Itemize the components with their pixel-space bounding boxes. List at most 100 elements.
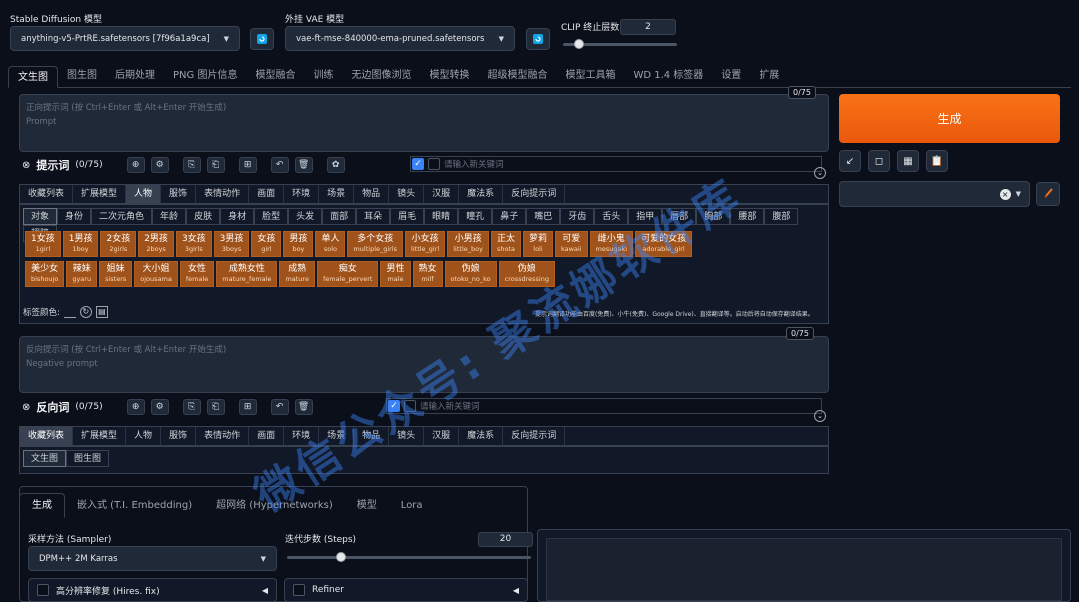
copy-icon[interactable]: ⎘ (182, 157, 201, 173)
color-swatch[interactable] (63, 306, 76, 318)
subcategory-tongue[interactable]: 舌头 (594, 208, 629, 225)
prompt-tag[interactable]: 雌小鬼 mesugaki (589, 231, 634, 257)
paint-brush-icon[interactable] (1036, 182, 1060, 206)
prompt-tag[interactable]: 小女孩 little_girl (405, 231, 446, 257)
category-extension-models[interactable]: 扩展模型 (73, 185, 127, 203)
prompt-tag[interactable]: 单人 solo (315, 231, 346, 257)
paste-icon[interactable]: ⎗ (206, 399, 225, 415)
category-clothing[interactable]: 服饰 (161, 427, 197, 445)
undo-icon[interactable]: ↶ (270, 399, 289, 415)
prompt-tag[interactable]: 女孩 girl (251, 231, 282, 257)
category-hanfu[interactable]: 汉服 (424, 427, 460, 445)
subcategory-belly[interactable]: 腹部 (764, 208, 799, 225)
clip-slider-handle[interactable] (574, 39, 585, 49)
subcategory-txt2img[interactable]: 文生图 (23, 450, 67, 467)
keyword-input[interactable]: 请输入新关键词 (444, 158, 504, 170)
subcategory-waist[interactable]: 腰部 (730, 208, 765, 225)
prompt-tag[interactable]: 辣妹 gyaru (66, 261, 98, 287)
prompt-tag[interactable]: 正太 shota (490, 231, 521, 257)
category-negative[interactable]: 反向提示词 (503, 427, 566, 445)
favorites-icon[interactable]: ✿ (326, 157, 345, 173)
prompt-tag[interactable]: 1男孩 1boy (62, 231, 99, 257)
category-clothing[interactable]: 服饰 (161, 185, 197, 203)
category-picture[interactable]: 画面 (249, 185, 285, 203)
prompt-tag[interactable]: 2女孩 2girls (100, 231, 137, 257)
category-negative[interactable]: 反向提示词 (503, 185, 566, 203)
clip-number-input[interactable]: 2 (620, 19, 676, 35)
prompt-tag[interactable]: 男孩 boy (283, 231, 314, 257)
refiner-accordion[interactable]: Refiner ◀ (284, 578, 528, 602)
save-icon[interactable]: ▤ (95, 306, 108, 318)
category-people[interactable]: 人物 (126, 185, 162, 203)
clear-trash-icon[interactable]: ◻ (868, 150, 890, 172)
subcategory-pupils[interactable]: 瞳孔 (458, 208, 493, 225)
prompt-tag[interactable]: 成熟 mature (279, 261, 315, 287)
tab-checkpoints[interactable]: 模型 (345, 495, 389, 517)
subcategory-mouth[interactable]: 嘴巴 (526, 208, 561, 225)
steps-number-input[interactable]: 20 (478, 532, 533, 547)
prompt-tag[interactable]: 大小姐 ojousama (134, 261, 178, 287)
prompt-tag[interactable]: 3男孩 3boys (213, 231, 250, 257)
category-scene[interactable]: 场景 (319, 427, 355, 445)
tab-settings[interactable]: 设置 (712, 65, 750, 87)
tab-checkpoint-merger[interactable]: 模型融合 (246, 65, 304, 87)
undo-icon[interactable]: ↶ (270, 157, 289, 173)
category-expression[interactable]: 表情动作 (196, 427, 250, 445)
category-environment[interactable]: 环境 (284, 427, 320, 445)
clear-x-icon[interactable]: × (999, 188, 1011, 200)
category-items[interactable]: 物品 (354, 185, 390, 203)
refresh-vae-button[interactable] (526, 28, 550, 50)
prompt-tag[interactable]: 萝莉 loli (522, 231, 553, 257)
subcategory-chest[interactable]: 胸部 (696, 208, 731, 225)
category-extension-models[interactable]: 扩展模型 (73, 427, 127, 445)
expand-chevron-icon[interactable]: ⌄ (814, 410, 826, 422)
trash-icon[interactable]: 🗑 (294, 157, 313, 173)
subcategory-ears[interactable]: 耳朵 (356, 208, 391, 225)
hires-fix-accordion[interactable]: 高分辨率修复 (Hires. fix) ◀ (28, 578, 277, 602)
prompt-tag[interactable]: 3女孩 3girls (175, 231, 212, 257)
category-expression[interactable]: 表情动作 (196, 185, 250, 203)
refiner-checkbox[interactable] (293, 584, 305, 596)
prompt-tag[interactable]: 美少女 bishoujo (25, 261, 65, 287)
steps-slider-handle[interactable] (335, 552, 346, 562)
collapse-icon[interactable]: ⊗ (22, 402, 30, 413)
vae-select[interactable]: vae-ft-mse-840000-ema-pruned.safetensors… (285, 26, 515, 51)
tab-super-merger[interactable]: 超级模型融合 (478, 65, 556, 87)
category-magic[interactable]: 魔法系 (459, 185, 504, 203)
subcategory-img2img[interactable]: 图生图 (66, 450, 110, 467)
hires-fix-checkbox[interactable] (37, 584, 49, 596)
subcategory-nails[interactable]: 指甲 (628, 208, 663, 225)
category-picture[interactable]: 画面 (249, 427, 285, 445)
category-camera[interactable]: 镜头 (389, 185, 425, 203)
keyword-checkbox[interactable]: ✓ (412, 158, 424, 170)
prompt-tag[interactable]: 男性 male (380, 261, 411, 287)
subcategory-skin[interactable]: 皮肤 (186, 208, 221, 225)
generate-button[interactable]: 生成 (839, 94, 1060, 143)
subcategory-anime-character[interactable]: 二次元角色 (91, 208, 153, 225)
prompt-tag[interactable]: 1女孩 1girl (25, 231, 61, 257)
tab-txt2img[interactable]: 文生图 (8, 66, 58, 88)
styles-select[interactable]: × ▼ (839, 181, 1030, 207)
clipboard-icon[interactable]: 📋 (926, 150, 948, 172)
prompt-tag[interactable]: 小男孩 little_boy (447, 231, 489, 257)
tab-extensions[interactable]: 扩展 (750, 65, 788, 87)
prompt-tag[interactable]: 2男孩 2boys (138, 231, 174, 257)
tab-hypernetworks[interactable]: 超网络 (Hypernetworks) (204, 495, 345, 517)
tab-train[interactable]: 训练 (304, 65, 342, 87)
copy-icon[interactable]: ⎘ (182, 399, 201, 415)
subcategory-lips[interactable]: 唇部 (662, 208, 697, 225)
prompt-tag[interactable]: 成熟女性 mature_female (216, 261, 278, 287)
prompt-tag[interactable]: 痴女 female_pervert (316, 261, 379, 287)
prompt-tag[interactable]: 伪娘 crossdressing (498, 261, 555, 287)
subcategory-hair[interactable]: 头发 (288, 208, 323, 225)
tab-model-converter[interactable]: 模型转换 (420, 65, 478, 87)
prompt-tag[interactable]: 伪娘 otoko_no_ko (444, 261, 497, 287)
subcategory-identity[interactable]: 身份 (57, 208, 92, 225)
prompt-tag[interactable]: 姐妹 sisters (99, 261, 133, 287)
subcategory-object[interactable]: 对象 (23, 208, 58, 225)
paste-icon[interactable]: ⎗ (206, 157, 225, 173)
subcategory-face[interactable]: 面部 (322, 208, 357, 225)
category-people[interactable]: 人物 (126, 427, 162, 445)
tab-image-browser[interactable]: 无边图像浏览 (342, 65, 420, 87)
negative-prompt-textarea[interactable]: 反向提示词 (按 Ctrl+Enter 或 Alt+Enter 开始生成) Ne… (19, 336, 829, 393)
